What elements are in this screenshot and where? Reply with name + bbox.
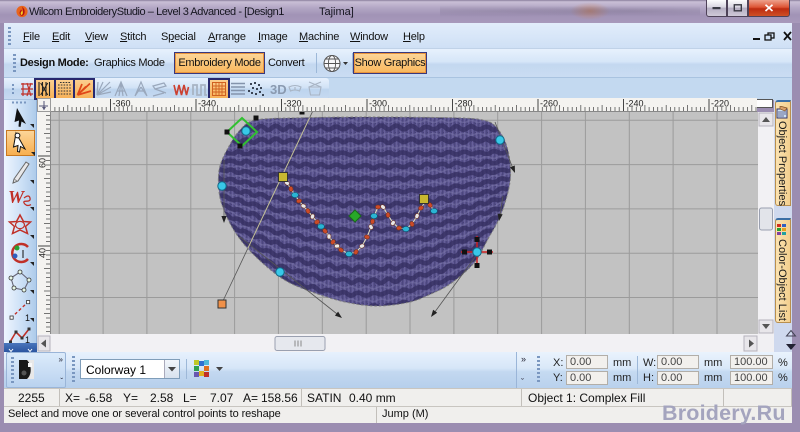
svg-text:40: 40 [38,248,48,258]
svg-text:60: 60 [38,158,48,168]
svg-text:3D: 3D [270,82,287,97]
svg-text:1: 1 [25,335,30,343]
svg-text:1: 1 [25,313,30,323]
svg-text:W: W [8,187,26,207]
